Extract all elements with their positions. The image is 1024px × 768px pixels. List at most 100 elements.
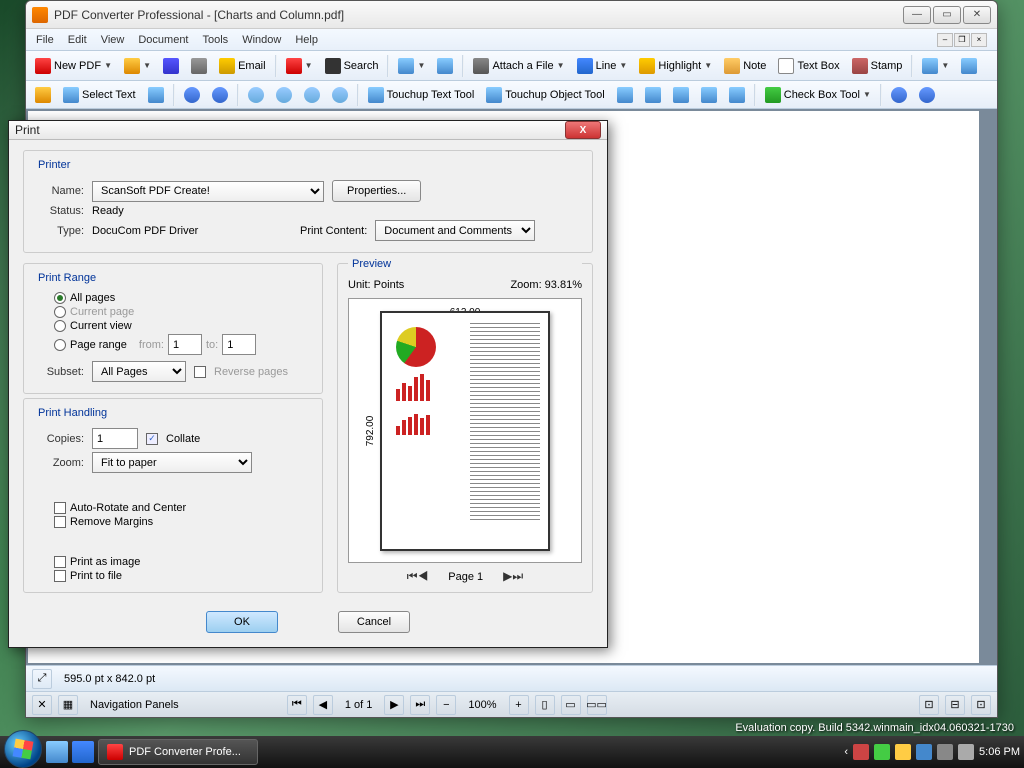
- nav-next[interactable]: [207, 83, 233, 107]
- quicklaunch-ie[interactable]: [72, 741, 94, 763]
- menu-view[interactable]: View: [101, 34, 125, 46]
- print-file-checkbox[interactable]: [54, 570, 66, 582]
- taskbar[interactable]: PDF Converter Profe... ‹ 5:06 PM: [0, 736, 1024, 768]
- zoom-loupe[interactable]: [327, 83, 353, 107]
- sb-opt2[interactable]: ⊟: [945, 695, 965, 715]
- highlight-button[interactable]: Highlight▼: [634, 54, 717, 78]
- titlebar[interactable]: PDF Converter Professional - [Charts and…: [26, 1, 997, 29]
- to-input[interactable]: [222, 334, 256, 355]
- next-page[interactable]: ▶: [384, 695, 404, 715]
- menu-tools[interactable]: Tools: [203, 34, 229, 46]
- sb-panel-close[interactable]: ✕: [32, 695, 52, 715]
- first-page[interactable]: ⏮: [287, 695, 307, 715]
- view-facing[interactable]: ▭▭: [587, 695, 607, 715]
- mdi-minimize[interactable]: –: [937, 33, 953, 47]
- autorotate-checkbox[interactable]: [54, 502, 66, 514]
- maximize-button[interactable]: ▭: [933, 6, 961, 24]
- menu-help[interactable]: Help: [295, 34, 318, 46]
- tray-icon-3[interactable]: [895, 744, 911, 760]
- quicklaunch-desktop[interactable]: [46, 741, 68, 763]
- note-button[interactable]: Note: [719, 54, 771, 78]
- menu-edit[interactable]: Edit: [68, 34, 87, 46]
- zoom-out-sb[interactable]: −: [436, 695, 456, 715]
- ok-button[interactable]: OK: [206, 611, 278, 633]
- prev-page[interactable]: ◀: [313, 695, 333, 715]
- print-content-select[interactable]: Document and Comments: [375, 220, 535, 241]
- sb-size-icon[interactable]: ⤢: [32, 669, 52, 689]
- remove-margins-checkbox[interactable]: [54, 516, 66, 528]
- snapshot-tool[interactable]: [143, 83, 169, 107]
- start-button[interactable]: [4, 730, 42, 768]
- scan-button[interactable]: ▼: [393, 54, 430, 78]
- form-tool[interactable]: [696, 83, 722, 107]
- form2-tool[interactable]: [724, 83, 750, 107]
- tray-icon-4[interactable]: [916, 744, 932, 760]
- collate-checkbox[interactable]: ✓: [146, 433, 158, 445]
- rotate-ccw[interactable]: [886, 83, 912, 107]
- camera-button[interactable]: [432, 54, 458, 78]
- zoom-in-sb[interactable]: +: [509, 695, 529, 715]
- select-text-tool[interactable]: Select Text: [58, 83, 141, 107]
- view-continuous[interactable]: ▭: [561, 695, 581, 715]
- cancel-button[interactable]: Cancel: [338, 611, 410, 633]
- radio-current-view[interactable]: [54, 320, 66, 332]
- print-image-checkbox[interactable]: [54, 556, 66, 568]
- tray-icon-1[interactable]: [853, 744, 869, 760]
- tray-clock[interactable]: 5:06 PM: [979, 746, 1020, 758]
- radio-current-page[interactable]: [54, 306, 66, 318]
- menu-document[interactable]: Document: [138, 34, 188, 46]
- open-button[interactable]: ▼: [119, 54, 156, 78]
- email-button[interactable]: Email: [214, 54, 271, 78]
- zoom-fit[interactable]: [299, 83, 325, 107]
- search-button[interactable]: Search: [320, 54, 384, 78]
- taskbar-app-button[interactable]: PDF Converter Profe...: [98, 739, 258, 765]
- dialog-titlebar[interactable]: Print X: [9, 121, 607, 140]
- link-tool[interactable]: [640, 83, 666, 107]
- tray-icon-2[interactable]: [874, 744, 890, 760]
- nav-prev[interactable]: [179, 83, 205, 107]
- sb-opt1[interactable]: ⊡: [919, 695, 939, 715]
- touchup-text-tool[interactable]: Touchup Text Tool: [363, 83, 480, 107]
- from-input[interactable]: [168, 334, 202, 355]
- reverse-checkbox[interactable]: [194, 366, 206, 378]
- radio-page-range[interactable]: [54, 339, 66, 351]
- system-tray[interactable]: ‹ 5:06 PM: [844, 744, 1020, 760]
- zoom-in[interactable]: [243, 83, 269, 107]
- menu-file[interactable]: File: [36, 34, 54, 46]
- line-button[interactable]: Line▼: [572, 54, 633, 78]
- show-button[interactable]: ▼: [917, 54, 954, 78]
- tray-volume-icon[interactable]: [958, 744, 974, 760]
- mdi-close[interactable]: ×: [971, 33, 987, 47]
- preview-first[interactable]: ⏮◀: [407, 569, 429, 584]
- menu-window[interactable]: Window: [242, 34, 281, 46]
- sb-opt3[interactable]: ⊡: [971, 695, 991, 715]
- view-single[interactable]: ▯: [535, 695, 555, 715]
- stamp-button[interactable]: Stamp: [847, 54, 908, 78]
- radio-all-pages[interactable]: [54, 292, 66, 304]
- hand-tool[interactable]: [30, 83, 56, 107]
- last-page[interactable]: ⏭: [410, 695, 430, 715]
- subset-select[interactable]: All Pages: [92, 361, 186, 382]
- zoom-level[interactable]: 100%: [462, 699, 502, 711]
- close-button[interactable]: ✕: [963, 6, 991, 24]
- tray-icon-5[interactable]: [937, 744, 953, 760]
- tray-chevron-icon[interactable]: ‹: [844, 746, 848, 758]
- convert-button[interactable]: ▼: [281, 54, 318, 78]
- checkbox-tool[interactable]: Check Box Tool▼: [760, 83, 876, 107]
- new-pdf-button[interactable]: New PDF▼: [30, 54, 117, 78]
- touchup-object-tool[interactable]: Touchup Object Tool: [481, 83, 609, 107]
- arrow-tool[interactable]: [612, 83, 638, 107]
- preview-last[interactable]: ▶⏭: [503, 569, 523, 584]
- minimize-button[interactable]: —: [903, 6, 931, 24]
- properties-button[interactable]: Properties...: [332, 180, 421, 202]
- zoom-select[interactable]: Fit to paper: [92, 452, 252, 473]
- print-button[interactable]: [186, 54, 212, 78]
- nav-panels-icon[interactable]: ▦: [58, 695, 78, 715]
- show2-button[interactable]: [956, 54, 982, 78]
- zoom-out[interactable]: [271, 83, 297, 107]
- copies-input[interactable]: [92, 428, 138, 449]
- nav-panels-label[interactable]: Navigation Panels: [84, 699, 185, 711]
- textbox-button[interactable]: Text Box: [773, 54, 844, 78]
- rotate-cw[interactable]: [914, 83, 940, 107]
- save-button[interactable]: [158, 54, 184, 78]
